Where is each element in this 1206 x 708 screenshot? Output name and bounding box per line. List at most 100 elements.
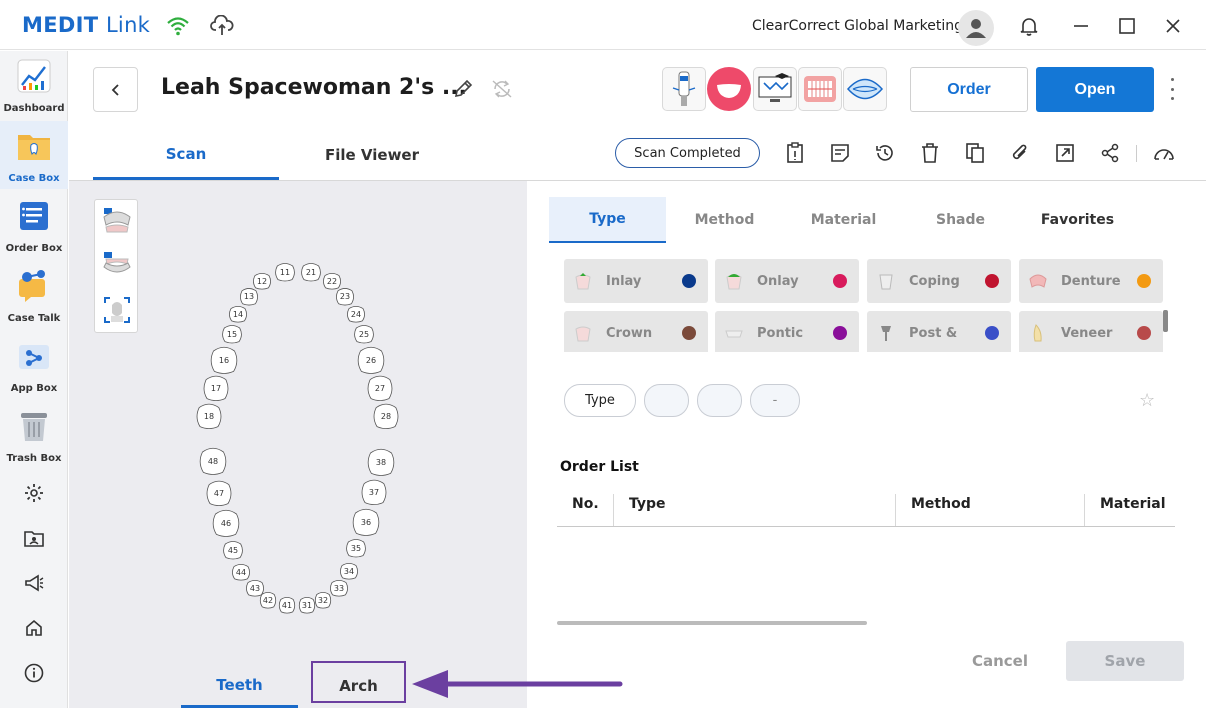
- tooth-34[interactable]: 34: [339, 562, 359, 580]
- sidebar-item-dashboard[interactable]: Dashboard: [0, 51, 68, 119]
- face-scan-icon[interactable]: [101, 294, 133, 326]
- avatar[interactable]: [958, 10, 994, 46]
- sidebar-item-case-box[interactable]: Case Box: [0, 121, 68, 189]
- tooth-15[interactable]: 15: [221, 324, 243, 344]
- open-button[interactable]: Open: [1036, 67, 1154, 112]
- tooth-27[interactable]: 27: [366, 374, 394, 402]
- tooth-46[interactable]: 46: [211, 508, 241, 538]
- tooth-38[interactable]: 38: [366, 447, 396, 477]
- user-name[interactable]: ClearCorrect Global Marketing: [752, 18, 963, 34]
- share-icon[interactable]: [1099, 142, 1121, 164]
- cloud-sync-icon[interactable]: [210, 14, 234, 38]
- chip-material[interactable]: [697, 384, 742, 417]
- tab-type[interactable]: Type: [549, 197, 666, 243]
- tooth-21[interactable]: 21: [300, 262, 322, 282]
- tab-scan[interactable]: Scan: [93, 130, 279, 180]
- tab-shade[interactable]: Shade: [902, 197, 1019, 243]
- sidebar-item-app-box[interactable]: App Box: [0, 331, 68, 399]
- tooth-41[interactable]: 41: [278, 596, 296, 614]
- tab-favorites[interactable]: Favorites: [1019, 197, 1136, 243]
- note-icon[interactable]: [829, 142, 851, 164]
- column-header-method[interactable]: Method: [911, 482, 971, 526]
- type-card-post-core[interactable]: Post &: [867, 311, 1011, 352]
- type-card-denture[interactable]: Denture: [1019, 259, 1163, 303]
- post-core-icon: [875, 322, 897, 344]
- column-header-no[interactable]: No.: [572, 482, 599, 526]
- pencil-icon[interactable]: [453, 79, 473, 103]
- scanner-app-icon[interactable]: [662, 67, 706, 111]
- gear-icon[interactable]: [22, 481, 46, 505]
- tooth-number: 33: [333, 583, 345, 593]
- tooth-36[interactable]: 36: [351, 507, 381, 537]
- type-card-veneer[interactable]: Veneer: [1019, 311, 1163, 352]
- tab-teeth[interactable]: Teeth: [181, 664, 298, 708]
- attachment-icon[interactable]: [1009, 142, 1031, 164]
- trash-icon[interactable]: [919, 142, 941, 164]
- type-card-pontic[interactable]: Pontic: [715, 311, 859, 352]
- column-header-type[interactable]: Type: [629, 482, 666, 526]
- close-icon[interactable]: [1161, 14, 1185, 38]
- tooth-17[interactable]: 17: [202, 374, 230, 402]
- clipboard-icon[interactable]: [784, 142, 806, 164]
- maximize-icon[interactable]: [1115, 14, 1139, 38]
- chip-shade[interactable]: -: [750, 384, 800, 417]
- tooth-28[interactable]: 28: [372, 402, 400, 430]
- mouth-app-icon[interactable]: [707, 67, 751, 111]
- tooth-25[interactable]: 25: [353, 324, 375, 344]
- chip-method[interactable]: [644, 384, 689, 417]
- tooth-13[interactable]: 13: [239, 287, 259, 306]
- tooth-14[interactable]: 14: [228, 305, 248, 323]
- order-button[interactable]: Order: [910, 67, 1028, 112]
- orthodontic-app-icon[interactable]: [798, 67, 842, 111]
- tooth-35[interactable]: 35: [345, 538, 367, 558]
- back-button[interactable]: [93, 67, 138, 112]
- type-card-crown[interactable]: Crown: [564, 311, 708, 352]
- status-badge[interactable]: Scan Completed: [615, 138, 760, 168]
- export-icon[interactable]: [1054, 142, 1076, 164]
- minimize-icon[interactable]: [1069, 14, 1093, 38]
- lower-jaw-icon[interactable]: [101, 248, 133, 280]
- tab-file-viewer[interactable]: File Viewer: [279, 130, 465, 180]
- tooth-45[interactable]: 45: [222, 540, 244, 560]
- tooth-24[interactable]: 24: [346, 305, 366, 323]
- table-horizontal-scrollbar[interactable]: [557, 621, 867, 625]
- smile-app-icon[interactable]: [843, 67, 887, 111]
- design-app-icon[interactable]: [753, 67, 797, 111]
- megaphone-icon[interactable]: [22, 571, 46, 595]
- home-icon[interactable]: [22, 616, 46, 640]
- tooth-11[interactable]: 11: [274, 262, 296, 282]
- sidebar-item-case-talk[interactable]: Case Talk: [0, 261, 68, 329]
- upper-jaw-icon[interactable]: [101, 204, 133, 236]
- type-card-inlay[interactable]: Inlay: [564, 259, 708, 303]
- tooth-47[interactable]: 47: [205, 479, 233, 507]
- tooth-16[interactable]: 16: [209, 345, 239, 375]
- folder-user-icon[interactable]: [22, 526, 46, 550]
- bell-icon[interactable]: [1017, 14, 1041, 38]
- tooth-42[interactable]: 42: [259, 591, 277, 609]
- tooth-26[interactable]: 26: [356, 345, 386, 375]
- info-icon[interactable]: [22, 661, 46, 685]
- tab-method[interactable]: Method: [666, 197, 783, 243]
- tooth-23[interactable]: 23: [335, 287, 355, 306]
- type-card-coping[interactable]: Coping: [867, 259, 1011, 303]
- tooth-48[interactable]: 48: [198, 446, 228, 476]
- tooth-18[interactable]: 18: [195, 402, 223, 430]
- sidebar-item-trash-box[interactable]: Trash Box: [0, 401, 68, 469]
- tab-material[interactable]: Material: [785, 197, 902, 243]
- type-grid-scrollbar[interactable]: [1163, 310, 1168, 332]
- star-icon[interactable]: ☆: [1139, 390, 1155, 411]
- sidebar-item-order-box[interactable]: Order Box: [0, 191, 68, 259]
- cancel-button[interactable]: Cancel: [955, 641, 1045, 681]
- more-options-icon[interactable]: [1165, 78, 1179, 100]
- inlay-icon: [572, 270, 594, 292]
- tooth-number: 14: [232, 309, 244, 319]
- history-icon[interactable]: [874, 142, 896, 164]
- tooth-37[interactable]: 37: [360, 478, 388, 506]
- type-card-onlay[interactable]: Onlay: [715, 259, 859, 303]
- copy-icon[interactable]: [964, 142, 986, 164]
- chip-type[interactable]: Type: [564, 384, 636, 417]
- save-button[interactable]: Save: [1066, 641, 1184, 681]
- column-header-material[interactable]: Material: [1100, 482, 1166, 526]
- tooth-33[interactable]: 33: [329, 579, 349, 597]
- dental-lab-icon[interactable]: [1153, 142, 1175, 164]
